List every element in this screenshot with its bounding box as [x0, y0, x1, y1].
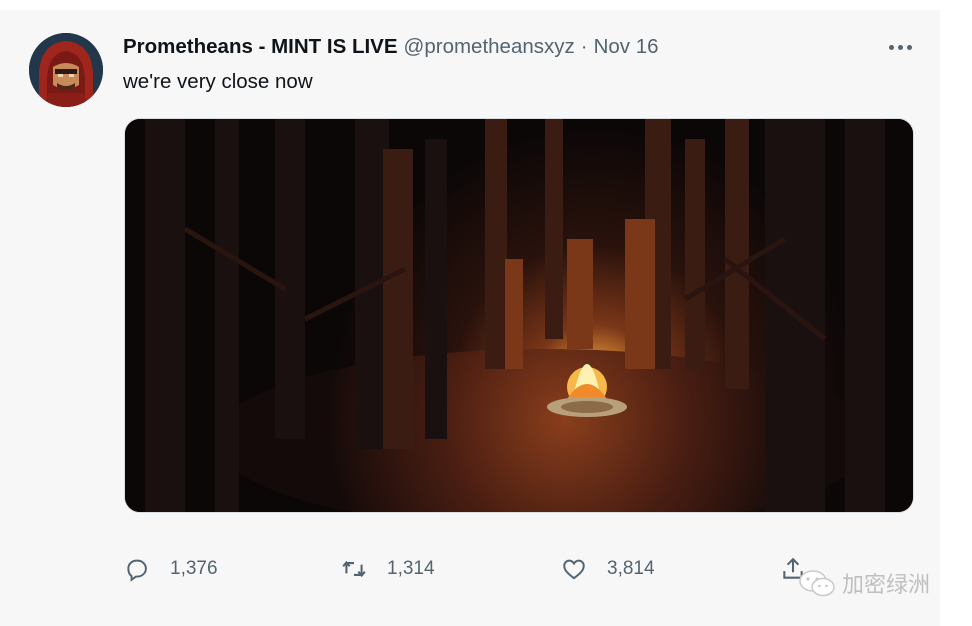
tweet-header: Prometheans - MINT IS LIVE @prometheansx… [123, 35, 659, 61]
pixel-art-forest-campfire-image [125, 119, 913, 512]
like-count: 3,814 [607, 558, 655, 579]
user-handle[interactable]: @prometheansxyz [404, 35, 575, 59]
display-name[interactable]: Prometheans - MINT IS LIVE [123, 35, 398, 59]
heart-icon [563, 559, 585, 580]
user-avatar[interactable] [29, 33, 103, 107]
wechat-icon [799, 570, 835, 597]
retweet-icon [342, 560, 366, 578]
more-horizontal-icon [888, 44, 894, 50]
tweet-text: we're very close now [123, 70, 313, 93]
reply-button[interactable]: 1,376 [124, 552, 218, 586]
reply-count: 1,376 [170, 558, 218, 579]
tweet-date[interactable]: Nov 16 [594, 35, 659, 59]
hooded-figure-avatar [29, 33, 103, 107]
more-options-button[interactable] [884, 36, 916, 58]
right-gutter [940, 0, 972, 626]
like-button[interactable]: 3,814 [561, 552, 655, 586]
separator-dot: · [580, 35, 588, 58]
top-spacer [0, 0, 972, 10]
reply-bubble-icon [127, 559, 147, 582]
retweet-count: 1,314 [387, 558, 435, 579]
retweet-button[interactable]: 1,314 [341, 552, 435, 586]
wechat-watermark: 加密绿洲 [798, 566, 930, 600]
watermark-text: 加密绿洲 [842, 572, 931, 597]
tweet-media-image[interactable] [124, 118, 914, 513]
